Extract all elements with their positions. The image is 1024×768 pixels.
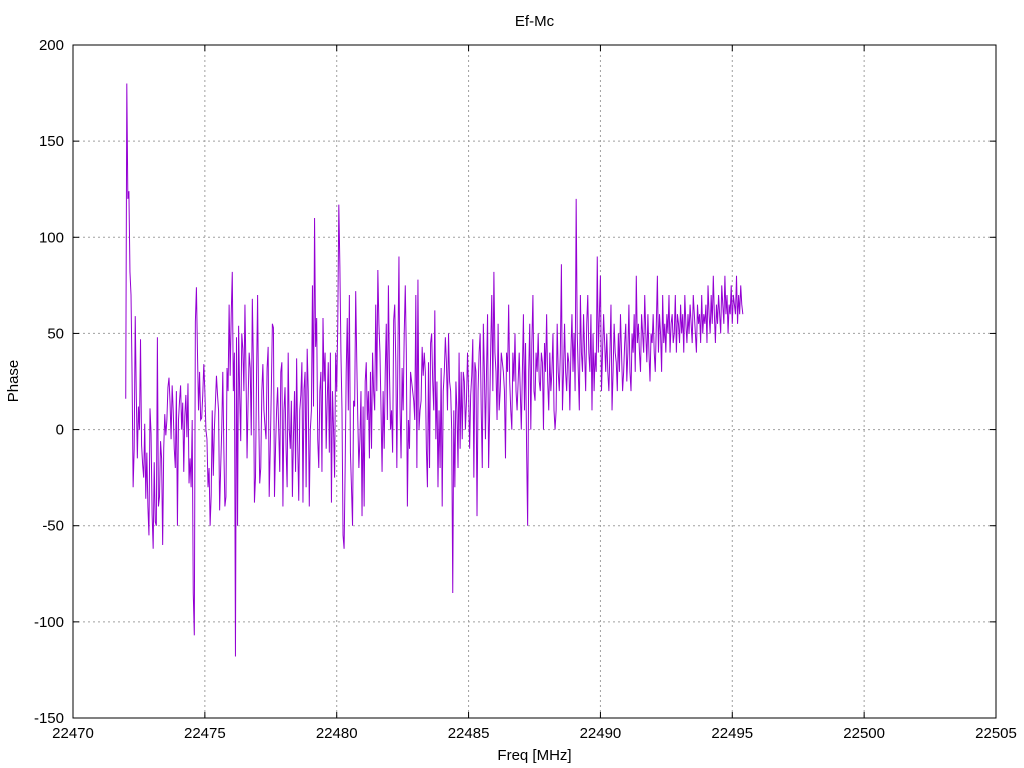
y-tick-label: 50: [47, 325, 64, 342]
chart-title: Ef-Mc: [515, 13, 555, 30]
series-layer: [125, 83, 744, 657]
ticks: 22470 22475 22480 22485 22490 22495 22500 22505…: [34, 37, 1017, 742]
y-tick-label: -50: [42, 518, 64, 535]
y-tick-label: -150: [34, 710, 64, 727]
y-tick-label: 200: [39, 37, 64, 54]
x-tick-label: 22505: [975, 725, 1017, 742]
y-tick-label: -100: [34, 614, 64, 631]
x-tick-label: 22485: [448, 725, 490, 742]
chart-svg: 22470 22475 22480 22485 22490 22495 22500 22505…: [5, 13, 1017, 764]
grid-lines: [73, 45, 996, 718]
y-tick-label: 100: [39, 229, 64, 246]
x-tick-label: 22475: [184, 725, 226, 742]
series-line: [125, 83, 744, 657]
x-axis-label: Freq [MHz]: [497, 747, 571, 764]
plot-frame: [72, 44, 997, 719]
x-tick-label: 22490: [580, 725, 622, 742]
x-tick-label: 22495: [711, 725, 753, 742]
x-tick-label: 22500: [843, 725, 885, 742]
y-tick-label: 150: [39, 133, 64, 150]
y-axis-label: Phase: [5, 360, 22, 403]
x-tick-label: 22480: [316, 725, 358, 742]
x-tick-label: 22470: [52, 725, 94, 742]
y-tick-label: 0: [56, 422, 64, 439]
chart: 22470 22475 22480 22485 22490 22495 22500 22505…: [0, 0, 1024, 768]
